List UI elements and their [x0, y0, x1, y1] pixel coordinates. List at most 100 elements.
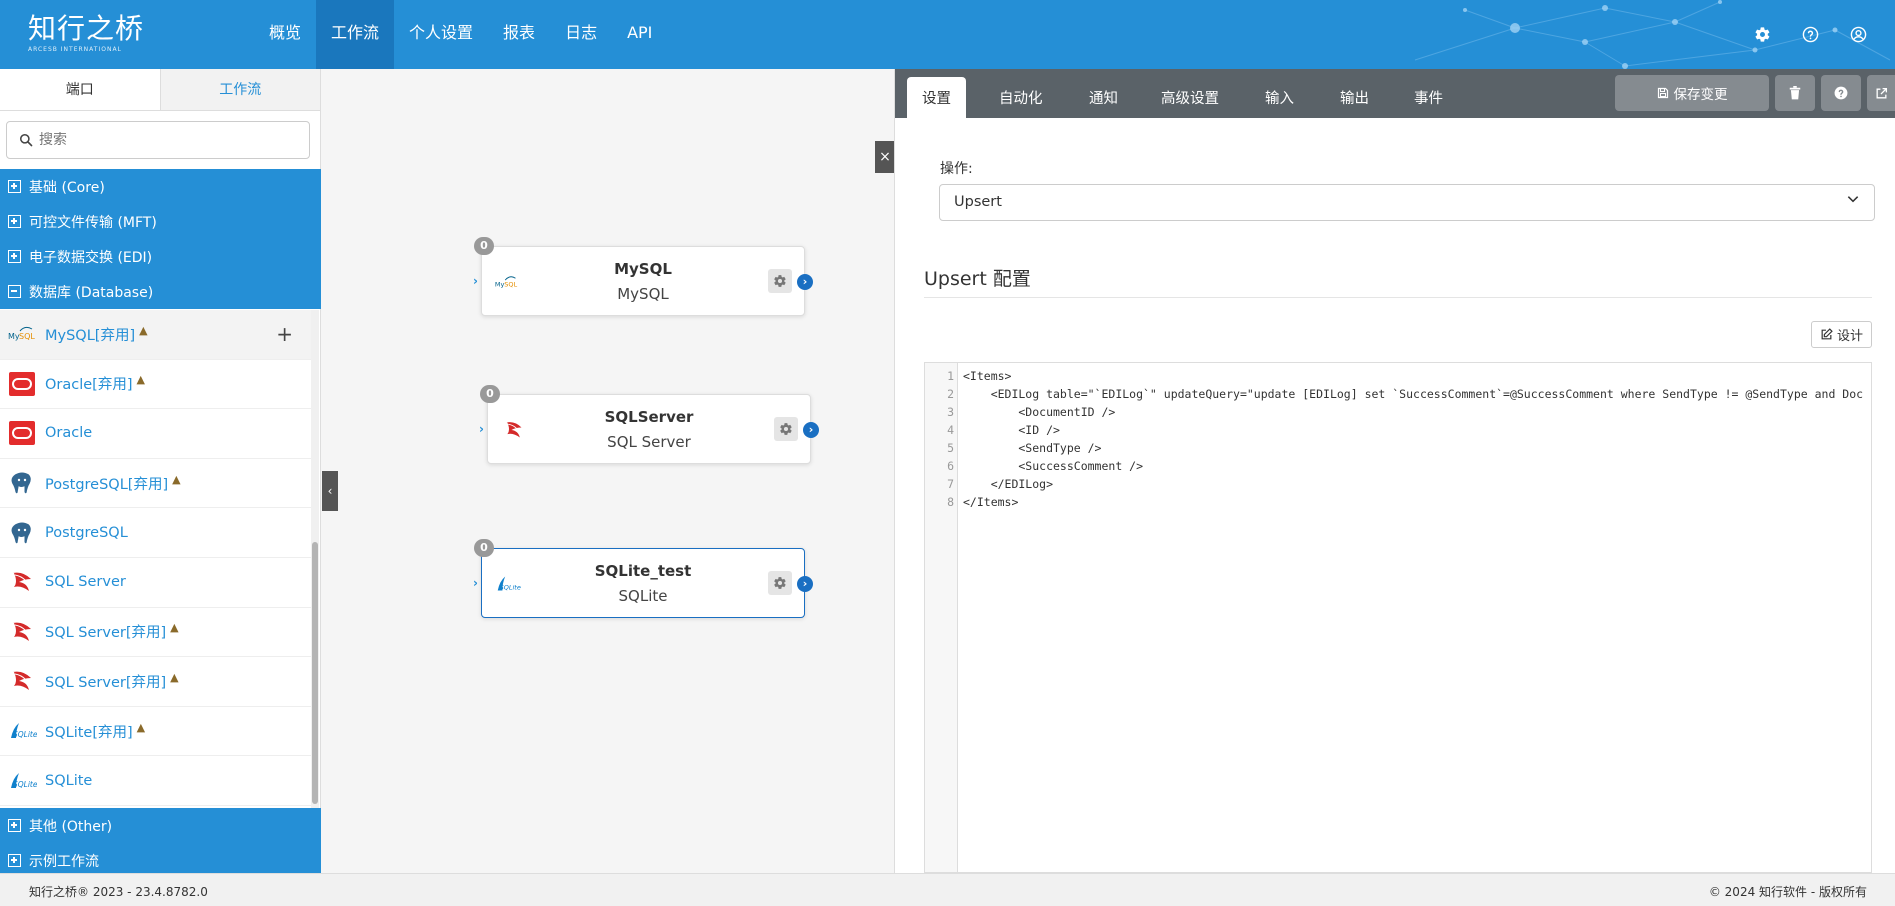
connector-sqlserver-deprecated[interactable]: SQL Server[弃用] ▲ — [0, 607, 311, 658]
expand-icon — [8, 819, 21, 832]
node-count-badge: 0 — [474, 237, 494, 255]
search-box[interactable] — [6, 121, 310, 159]
collapse-icon — [8, 285, 21, 298]
tab-workflows[interactable]: 工作流 — [161, 69, 321, 110]
warning-icon: ▲ — [136, 720, 146, 734]
scrollbar-thumb[interactable] — [312, 542, 318, 804]
connector-label: SQL Server[弃用] — [45, 674, 167, 691]
design-button[interactable]: 设计 — [1811, 321, 1872, 348]
line-number: 6 — [947, 459, 954, 473]
connector-sqlite[interactable]: SQLite SQLite — [0, 756, 311, 806]
svg-text:SQLite: SQLite — [13, 730, 37, 739]
operation-label: 操作: — [940, 161, 973, 177]
expand-icon — [8, 854, 21, 867]
nav-logs[interactable]: 日志 — [550, 0, 612, 69]
node-count-badge: 0 — [474, 539, 494, 557]
sidebar: 端口 工作流 基础 (Core) 可控文件传输 (MFT) 电子数据交换 (ED… — [0, 69, 321, 878]
brand-name: 知行之桥 — [28, 12, 145, 45]
output-port-icon[interactable]: › — [803, 422, 819, 438]
connector-label: SQLite — [45, 772, 93, 789]
gear-icon[interactable] — [774, 417, 798, 441]
svg-text:SQL: SQL — [19, 332, 35, 341]
user-icon[interactable] — [1846, 22, 1870, 46]
line-number: 3 — [947, 405, 954, 419]
line-number: 5 — [947, 441, 954, 455]
postgresql-icon — [7, 519, 37, 547]
nav-overview[interactable]: 概览 — [254, 0, 316, 69]
line-number-gutter: 1 2 3 4 5 6 7 8 — [925, 363, 958, 872]
category-list-bottom: 其他 (Other) 示例工作流 — [0, 808, 321, 878]
nav-workflow[interactable]: 工作流 — [316, 0, 395, 69]
tab-input[interactable]: 输入 — [1265, 77, 1294, 118]
category-edi[interactable]: 电子数据交换 (EDI) — [0, 239, 321, 274]
help-icon — [1834, 86, 1848, 100]
code-line: <DocumentID /> — [963, 405, 1116, 419]
connector-mysql-deprecated[interactable]: My SQL MySQL[弃用] ▲ + — [0, 310, 311, 360]
warning-icon: ▲ — [170, 621, 179, 635]
open-external-button[interactable] — [1867, 75, 1895, 111]
line-number: 4 — [947, 423, 954, 437]
help-icon[interactable] — [1798, 22, 1822, 46]
code-line: <SuccessComment /> — [963, 459, 1144, 473]
code-editor[interactable]: 1 2 3 4 5 6 7 8 <Items> <EDILog table="`… — [924, 362, 1872, 873]
connector-label: PostgreSQL — [45, 524, 128, 541]
tab-events[interactable]: 事件 — [1414, 77, 1443, 118]
output-port-icon[interactable]: › — [797, 274, 813, 290]
config-section-title: Upsert 配置 — [924, 268, 1031, 290]
gear-icon[interactable] — [1750, 22, 1774, 46]
code-line: <ID /> — [963, 423, 1060, 437]
node-subtitle: SQL Server — [607, 433, 691, 451]
add-icon[interactable]: + — [276, 322, 293, 346]
connector-oracle[interactable]: Oracle — [0, 409, 311, 459]
category-mft[interactable]: 可控文件传输 (MFT) — [0, 204, 321, 239]
workflow-node-sqlite-test[interactable]: 0 › SQLite SQLite_test SQLite › — [473, 539, 813, 618]
close-panel-button[interactable]: × — [875, 141, 895, 173]
workflow-canvas[interactable] — [321, 69, 894, 873]
sqlserver-icon — [7, 618, 37, 646]
search-input[interactable] — [39, 132, 299, 148]
tab-settings[interactable]: 设置 — [907, 77, 966, 118]
delete-button[interactable] — [1775, 75, 1815, 111]
postgresql-icon — [7, 469, 37, 497]
save-label: 保存变更 — [1673, 87, 1728, 103]
node-title: SQLite_test — [594, 562, 692, 580]
connector-postgresql-deprecated[interactable]: PostgreSQL[弃用] ▲ — [0, 458, 311, 509]
connector-sqlite-deprecated[interactable]: SQLite SQLite[弃用] ▲ — [0, 706, 311, 757]
tab-automation[interactable]: 自动化 — [999, 77, 1043, 118]
connector-sqlserver[interactable]: SQL Server — [0, 557, 311, 608]
settings-panel: 设置 自动化 通知 高级设置 输入 输出 事件 保存变更 操作: Upsert … — [894, 69, 1895, 873]
external-link-icon — [1876, 87, 1888, 98]
gear-icon[interactable] — [768, 269, 792, 293]
gear-icon[interactable] — [768, 571, 792, 595]
workflow-node-sqlserver[interactable]: 0 › SQLServer SQL Server › — [479, 385, 819, 464]
line-number: 2 — [947, 387, 954, 401]
category-database[interactable]: 数据库 (Database) — [0, 274, 321, 309]
connector-postgresql[interactable]: PostgreSQL — [0, 508, 311, 558]
nav-profile[interactable]: 个人设置 — [394, 0, 488, 69]
code-line: <Items> — [963, 369, 1012, 383]
oracle-icon — [7, 419, 37, 447]
code-line: <EDILog table="`EDILog`" updateQuery="up… — [963, 387, 1864, 401]
brand-logo[interactable]: 知行之桥 ARCESB INTERNATIONAL — [28, 12, 144, 54]
sqlite-icon: SQLite — [7, 767, 37, 795]
save-changes-button[interactable]: 保存变更 — [1615, 75, 1769, 111]
nav-reports[interactable]: 报表 — [488, 0, 550, 69]
sidebar-scrollbar[interactable] — [311, 310, 319, 808]
connector-oracle-deprecated[interactable]: Oracle[弃用] ▲ — [0, 359, 311, 410]
help-button[interactable] — [1821, 75, 1861, 111]
nav-api[interactable]: API — [612, 0, 667, 69]
workflow-node-mysql[interactable]: 0 › My SQL MySQL MySQL › — [473, 237, 813, 316]
connector-label: SQLite[弃用] — [45, 724, 133, 741]
connector-sqlserver-deprecated-2[interactable]: SQL Server[弃用] ▲ — [0, 657, 311, 707]
tab-advanced[interactable]: 高级设置 — [1161, 77, 1219, 118]
collapse-sidebar-button[interactable]: ‹ — [322, 471, 338, 511]
category-other[interactable]: 其他 (Other) — [0, 808, 321, 843]
operation-select[interactable]: Upsert — [939, 184, 1875, 221]
node-title: MySQL — [614, 260, 672, 278]
tab-ports[interactable]: 端口 — [0, 69, 161, 110]
expand-icon — [8, 215, 21, 228]
tab-output[interactable]: 输出 — [1340, 77, 1369, 118]
tab-notifications[interactable]: 通知 — [1089, 77, 1118, 118]
category-core[interactable]: 基础 (Core) — [0, 169, 321, 204]
output-port-icon[interactable]: › — [797, 576, 813, 592]
